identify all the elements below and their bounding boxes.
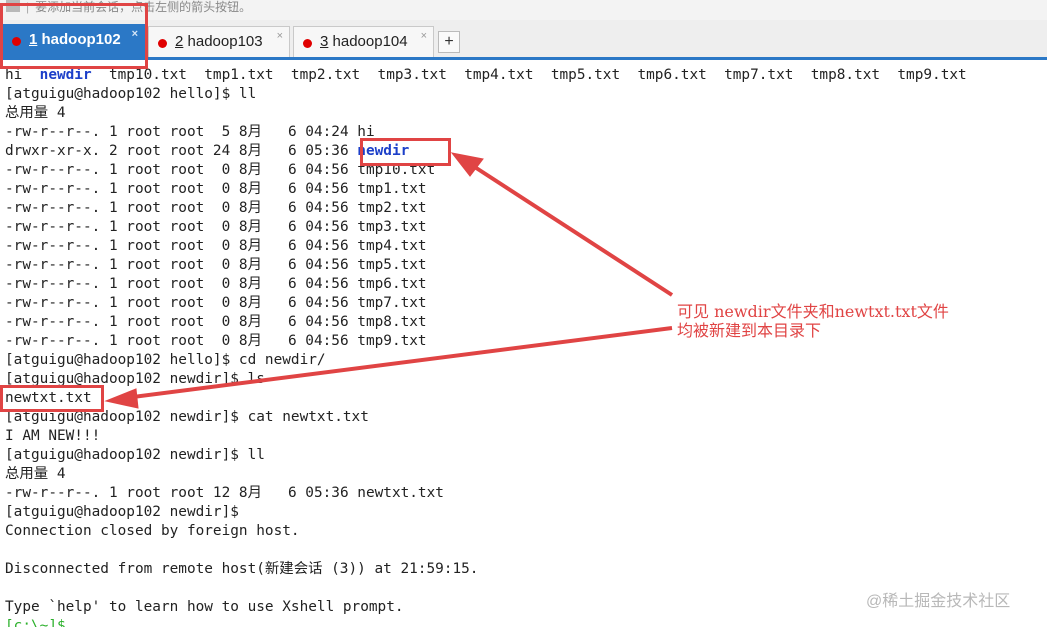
total-line: 总用量 4 [5, 466, 66, 482]
session-tab-bar: 1 hadoop102 × 2 hadoop103 × 3 hadoop104 … [0, 20, 1047, 60]
file-line: -rw-r--r--. 1 root root 0 8月 6 04:56 tmp… [5, 200, 427, 216]
tab-hadoop103[interactable]: 2 hadoop103 × [148, 26, 290, 57]
highlight-newdir [360, 138, 451, 166]
tab-label: hadoop104 [332, 33, 408, 50]
tab-hadoop104[interactable]: 3 hadoop104 × [293, 26, 434, 57]
command-line: [atguigu@hadoop102 newdir]$ ll [5, 447, 265, 463]
file-line: -rw-r--r--. 1 root root 0 8月 6 04:56 tmp… [5, 181, 427, 197]
file-line: -rw-r--r--. 1 root root 12 8月 6 05:36 ne… [5, 485, 444, 501]
file-line: -rw-r--r--. 1 root root 5 8月 6 04:24 hi [5, 124, 375, 140]
file-line: -rw-r--r--. 1 root root 0 8月 6 04:56 tmp… [5, 276, 427, 292]
connected-status-icon [158, 39, 167, 48]
close-tab-icon[interactable]: × [421, 30, 427, 42]
file-line: -rw-r--r--. 1 root root 0 8月 6 04:56 tmp… [5, 238, 427, 254]
file-line: -rw-r--r--. 1 root root 0 8月 6 04:56 tmp… [5, 333, 427, 349]
connected-status-icon [303, 39, 312, 48]
status-line: Disconnected from remote host(新建会话 (3)) … [5, 561, 479, 577]
watermark: @稀土掘金技术社区 [866, 593, 1011, 610]
file-line: -rw-r--r--. 1 root root 0 8月 6 04:56 tmp… [5, 295, 427, 311]
file-line: -rw-r--r--. 1 root root 0 8月 6 04:56 tmp… [5, 314, 427, 330]
add-tab-button[interactable]: + [438, 31, 460, 53]
cat-output-line: I AM NEW!!! [5, 428, 101, 444]
tab-number: 2 [175, 33, 184, 50]
tab-number: 3 [320, 33, 329, 50]
command-line: [atguigu@hadoop102 hello]$ ll [5, 86, 257, 102]
highlight-newtxt [0, 385, 104, 412]
close-tab-icon[interactable]: × [277, 30, 283, 42]
local-prompt: [c:\~]$ [5, 618, 66, 627]
tab-label: hadoop103 [187, 33, 263, 50]
help-line: Type `help' to learn how to use Xshell p… [5, 599, 404, 615]
highlight-active-tab [0, 3, 148, 69]
status-line: Connection closed by foreign host. [5, 523, 300, 539]
dir-line: drwxr-xr-x. 2 root root 24 8月 6 05:36 ne… [5, 143, 410, 159]
dir-name: newdir [39, 67, 92, 83]
ls-output-line: hi newdir tmp10.txt tmp1.txt tmp2.txt tm… [5, 67, 967, 83]
file-line: -rw-r--r--. 1 root root 0 8月 6 04:56 tmp… [5, 219, 427, 235]
session-hint-bar: | 要添加当前会话，点击左侧的箭头按钮。 [0, 0, 1047, 20]
prompt-line: [atguigu@hadoop102 newdir]$ [5, 504, 239, 520]
command-line: [atguigu@hadoop102 hello]$ cd newdir/ [5, 352, 326, 368]
terminal-output[interactable]: hi newdir tmp10.txt tmp1.txt tmp2.txt tm… [0, 63, 1047, 627]
total-line: 总用量 4 [5, 105, 66, 121]
annotation-note: 可见 newdir文件夹和newtxt.txt文件 均被新建到本目录下 [677, 302, 949, 340]
file-line: -rw-r--r--. 1 root root 0 8月 6 04:56 tmp… [5, 257, 427, 273]
